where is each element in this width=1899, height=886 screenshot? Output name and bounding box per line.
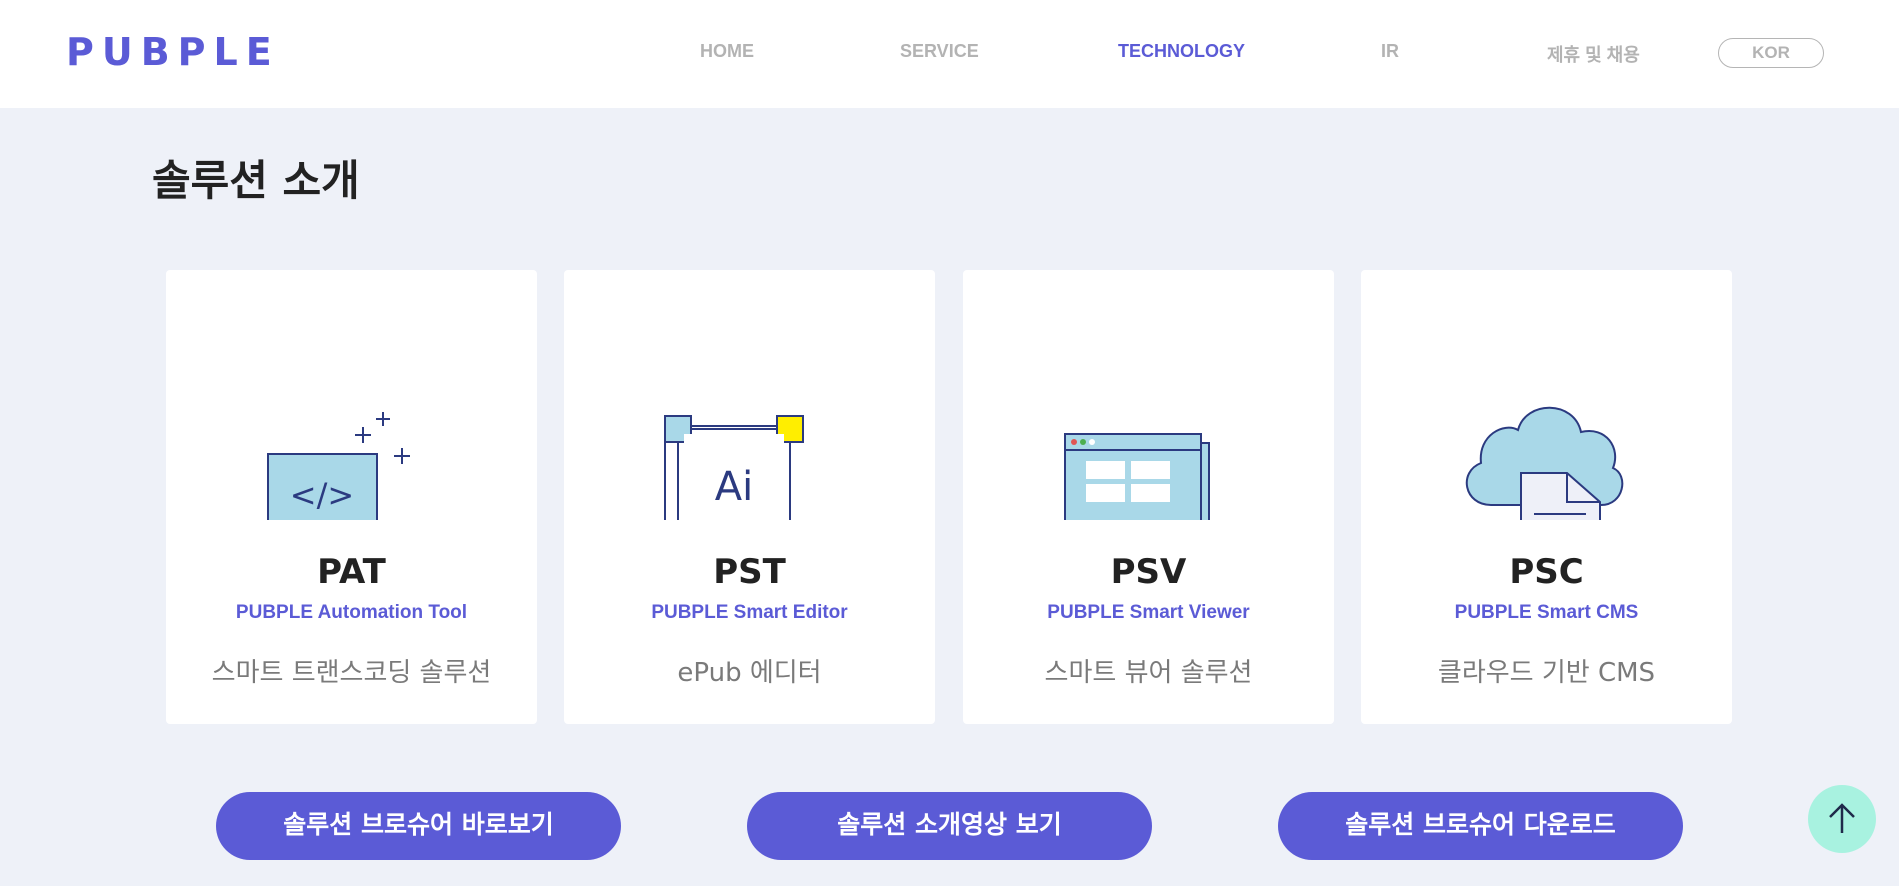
top-navigation: PUBPLE HOME SERVICE TECHNOLOGY IR 제휴 및 채… xyxy=(0,0,1899,108)
section-title: 솔루션 소개 xyxy=(152,156,360,205)
card-title: PST xyxy=(713,552,786,592)
card-title: PSC xyxy=(1509,552,1584,592)
card-title: PAT xyxy=(317,552,386,592)
card-subtitle: PUBPLE Smart Viewer xyxy=(1047,602,1250,623)
ai-text: Ai xyxy=(715,464,753,510)
card-subtitle: PUBPLE Smart Editor xyxy=(651,602,848,623)
solution-card-pat[interactable]: </> PAT PUBPLE Automation Tool 스마트 트랜스코딩… xyxy=(166,270,537,724)
nav-technology[interactable]: TECHNOLOGY xyxy=(1118,41,1245,62)
ai-editor-icon: Ai xyxy=(664,415,804,520)
watch-intro-video-button[interactable]: 솔루션 소개영상 보기 xyxy=(747,792,1152,860)
arrow-up-icon xyxy=(1829,803,1855,833)
card-subtitle: PUBPLE Automation Tool xyxy=(235,602,468,623)
card-description: ePub 에디터 xyxy=(677,658,822,688)
download-brochure-button[interactable]: 솔루션 브로슈어 다운로드 xyxy=(1278,792,1683,860)
solution-card-psc[interactable]: PSC PUBPLE Smart CMS 클라우드 기반 CMS xyxy=(1361,270,1732,724)
solution-card-psv[interactable]: PSV PUBPLE Smart Viewer 스마트 뷰어 솔루션 xyxy=(963,270,1334,724)
code-tag-text: </> xyxy=(290,476,354,514)
view-brochure-button[interactable]: 솔루션 브로슈어 바로보기 xyxy=(216,792,621,860)
nav-ir[interactable]: IR xyxy=(1381,41,1399,62)
nav-partnership-recruit[interactable]: 제휴 및 채용 xyxy=(1547,41,1640,67)
card-description: 스마트 뷰어 솔루션 xyxy=(1044,658,1253,688)
solution-card-pst[interactable]: Ai PST PUBPLE Smart Editor ePub 에디터 xyxy=(564,270,935,724)
browser-window-icon xyxy=(1064,433,1210,520)
card-subtitle: PUBPLE Smart CMS xyxy=(1454,602,1639,623)
card-description: 클라우드 기반 CMS xyxy=(1437,658,1656,688)
nav-service[interactable]: SERVICE xyxy=(900,41,979,62)
card-description: 스마트 트랜스코딩 솔루션 xyxy=(211,658,492,688)
monitor-code-icon: </> xyxy=(267,412,410,520)
page: PUBPLE HOME SERVICE TECHNOLOGY IR 제휴 및 채… xyxy=(0,0,1899,886)
language-selector[interactable]: KOR xyxy=(1718,38,1824,68)
scroll-to-top-button[interactable] xyxy=(1808,785,1876,853)
card-title: PSV xyxy=(1110,552,1187,592)
nav-home[interactable]: HOME xyxy=(700,41,754,62)
logo[interactable]: PUBPLE xyxy=(66,30,280,74)
cloud-document-icon xyxy=(1465,406,1624,520)
